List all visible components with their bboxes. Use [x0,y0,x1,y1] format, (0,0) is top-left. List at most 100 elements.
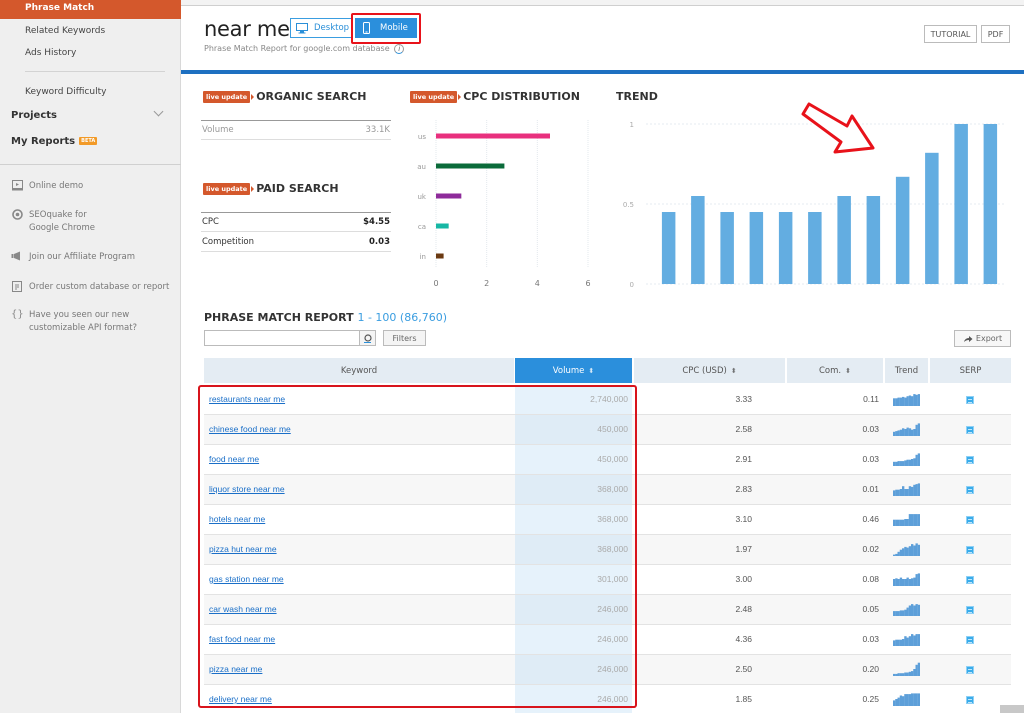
sparkline-bar [904,519,907,526]
keyword-link[interactable]: car wash near me [209,604,277,614]
sidebar-link-api-format[interactable]: {} Have you seen our new customizable AP… [11,309,137,335]
sidebar-item-keyword-difficulty[interactable]: Keyword Difficulty [25,87,106,97]
cpc-label: CPC [202,217,219,227]
column-header-keyword[interactable]: Keyword [204,358,514,383]
sidebar-item-phrase-match[interactable]: Phrase Match [0,0,181,19]
sidebar-item-my-reports[interactable]: My Reports BETA [11,136,98,147]
keyword-link[interactable]: gas station near me [209,574,284,584]
column-header-trend: Trend [885,358,928,383]
keyword-link[interactable]: pizza hut near me [209,544,277,554]
report-search-input[interactable] [204,330,376,346]
trend-sparkline [893,604,920,616]
filters-button[interactable]: Filters [383,330,426,346]
trend-bar [837,196,851,284]
trend-sparkline [893,453,920,466]
subtitle-text: Phrase Match Report for google.com datab… [204,44,390,53]
sidebar-item-projects[interactable]: Projects [11,110,57,121]
y-tick-label: 1 [630,121,634,129]
serp-icon[interactable] [966,426,974,434]
serp-icon[interactable] [966,606,974,614]
live-update-badge: live update [410,91,462,103]
megaphone-icon [11,251,23,263]
column-header-com[interactable]: Com. ⬍ [787,358,883,383]
keyword-link[interactable]: restaurants near me [209,394,285,404]
scroll-to-top-button[interactable] [1000,705,1024,713]
keyword-link[interactable]: pizza near me [209,664,262,674]
sparkline-bar [915,693,918,706]
trend-sparkline [893,423,920,436]
sparkline-bar [915,664,918,676]
sparkline-bar [904,546,907,556]
serp-icon[interactable] [966,576,974,584]
keyword-link[interactable]: liquor store near me [209,484,285,494]
sparkline-bar [897,489,900,496]
cpc-value: 2.91 [735,454,752,464]
sidebar-link-affiliate[interactable]: Join our Affiliate Program [11,251,135,264]
table-row: pizza hut near me 368,000 1.97 0.02 [204,535,1011,565]
sparkline-bar [902,548,905,556]
sparkline-bar [906,637,909,646]
sidebar-link-seoquake[interactable]: SEOquake for Google Chrome [11,209,95,235]
trend-bar [925,152,939,284]
trend-sparkline [893,662,920,676]
sparkline-bar [893,431,896,436]
chevron-down-icon[interactable] [153,106,164,117]
serp-icon[interactable] [966,516,974,524]
sidebar-item-related-keywords[interactable]: Related Keywords [25,26,105,36]
sidebar-item-ads-history[interactable]: Ads History [25,48,76,58]
volume-value: 368,000 [597,514,628,524]
serp-icon[interactable] [966,486,974,494]
cpc-value: 1.85 [735,694,752,704]
sparkline-bar [902,428,905,436]
keyword-link[interactable]: delivery near me [209,694,272,704]
sidebar-link-order-database[interactable]: Order custom database or report [11,281,169,294]
sparkline-bar [915,484,918,496]
device-desktop-button[interactable]: Desktop [290,18,352,38]
info-icon[interactable]: i [394,44,405,54]
header-rule [181,70,1024,74]
column-header-cpc[interactable]: CPC (USD) ⬍ [634,358,785,383]
serp-icon[interactable] [966,666,974,674]
serp-icon[interactable] [966,456,974,464]
column-header-volume[interactable]: Volume ⬍ [515,358,632,383]
keyword-link[interactable]: chinese food near me [209,424,291,434]
sparkline-bar [908,605,912,616]
sparkline-bar [897,461,900,466]
serp-icon[interactable] [966,546,974,554]
clipboard-icon [11,281,23,293]
sparkline-bar [917,544,920,556]
trend-title: TREND [616,90,658,103]
keyword-link[interactable]: food near me [209,454,259,464]
sparkline-bar [895,553,898,556]
target-icon [11,209,23,221]
competition-value: 0.03 [862,454,879,464]
export-button[interactable]: Export [954,330,1011,347]
beta-badge: BETA [79,137,98,145]
table-row: fast food near me 246,000 4.36 0.03 [204,625,1011,655]
serp-icon[interactable] [966,696,974,704]
serp-icon[interactable] [966,396,974,404]
trend-bar [720,212,734,284]
sidebar-link-online-demo[interactable]: Online demo [11,180,83,193]
sparkline-bar [908,514,912,526]
pdf-button[interactable]: PDF [981,25,1010,43]
keyword-link[interactable]: fast food near me [209,634,275,644]
competition-value: 0.25 [862,694,879,704]
sparkline-bar [902,486,905,496]
search-button[interactable] [359,330,376,346]
serp-icon[interactable] [966,636,974,644]
sparkline-bar [908,428,912,436]
sparkline-bar [899,489,903,496]
sparkline-bar [906,672,909,676]
sparkline-bar [899,610,903,616]
keyword-link[interactable]: hotels near me [209,514,265,524]
tutorial-button[interactable]: TUTORIAL [924,25,977,43]
sparkline-bar [893,700,896,706]
cpc-value: 3.10 [735,514,752,524]
annotation-highlight-mobile [351,13,421,44]
cpc-value: 2.50 [735,664,752,674]
trend-bar [895,176,910,284]
sparkline-bar [915,454,918,466]
y-category-label: in [420,253,426,261]
sparkline-bar [895,519,898,526]
